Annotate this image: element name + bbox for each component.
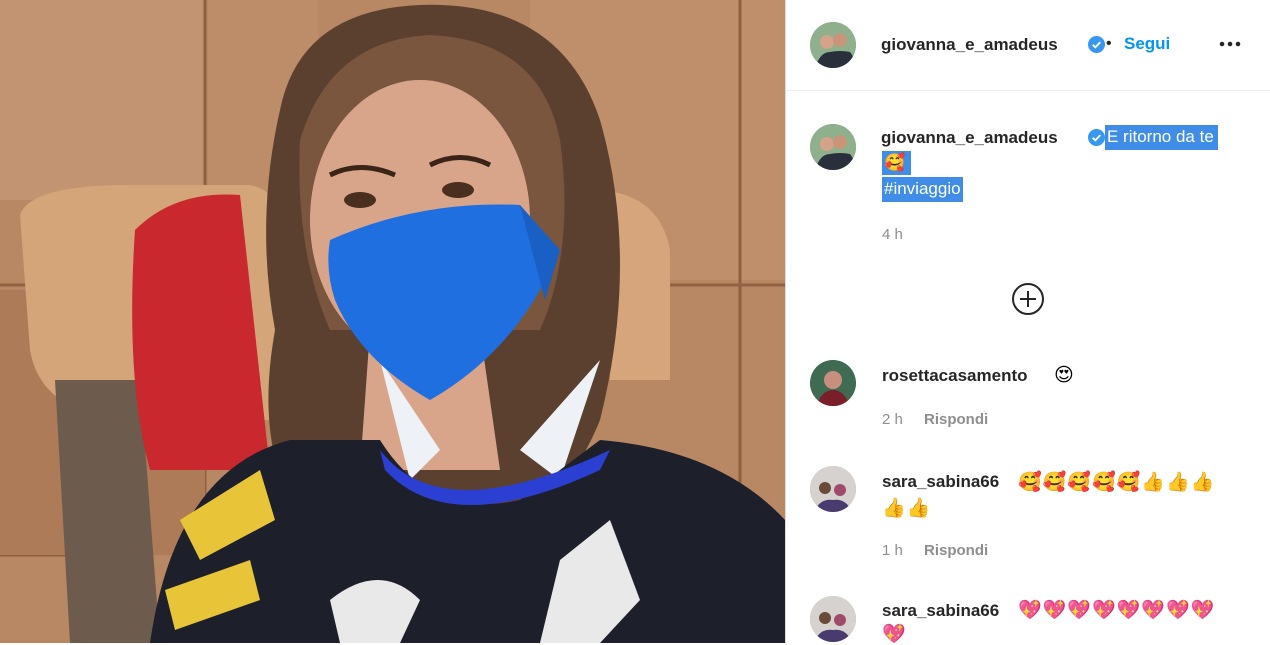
commenter-avatar[interactable] [810, 360, 856, 406]
comment-text-continued: 💖 [882, 623, 906, 645]
comment-username[interactable]: sara_sabina66 [882, 472, 999, 492]
comment-username[interactable]: rosettacasamento [882, 366, 1028, 386]
post-side-panel: giovanna_e_amadeus • Segui giovanna_e_am… [785, 0, 1270, 645]
post-photo[interactable] [0, 0, 785, 643]
comment-timestamp[interactable]: 1 h [882, 542, 903, 559]
plus-circle-icon [1012, 283, 1044, 315]
caption-author-avatar[interactable] [810, 124, 856, 170]
commenter-avatar[interactable] [810, 466, 856, 512]
comment-text: 💖💖💖💖💖💖💖💖 [1018, 599, 1216, 621]
caption-timestamp[interactable]: 4 h [882, 226, 903, 243]
more-options-icon[interactable] [1218, 34, 1242, 59]
header-separator: • [1106, 35, 1112, 52]
author-avatar[interactable] [810, 22, 856, 68]
caption-emoji: 🥰 [882, 151, 912, 175]
comment-username[interactable]: sara_sabina66 [882, 601, 999, 621]
verified-badge-icon [1088, 36, 1105, 58]
caption-username[interactable]: giovanna_e_amadeus [881, 128, 1058, 148]
comment-reply-button[interactable]: Rispondi [924, 411, 988, 428]
selfie-image [0, 0, 785, 643]
follow-button[interactable]: Segui [1124, 34, 1170, 54]
author-username[interactable]: giovanna_e_amadeus [881, 35, 1058, 55]
comment-timestamp[interactable]: 2 h [882, 411, 903, 428]
comment-text-continued: 👍👍 [882, 497, 932, 519]
caption-verified-badge-icon [1088, 129, 1105, 151]
comment-text: 🥰🥰🥰🥰🥰👍👍👍 [1018, 471, 1216, 493]
load-more-comments-button[interactable] [1011, 282, 1045, 321]
comment-reply-button[interactable]: Rispondi [924, 542, 988, 559]
comment-text: 😍 [1054, 364, 1074, 386]
commenter-avatar[interactable] [810, 596, 856, 642]
caption-text: E ritorno da te [1105, 125, 1218, 150]
post-header: giovanna_e_amadeus • Segui [786, 0, 1270, 91]
caption-hashtag[interactable]: #inviaggio [882, 177, 963, 202]
